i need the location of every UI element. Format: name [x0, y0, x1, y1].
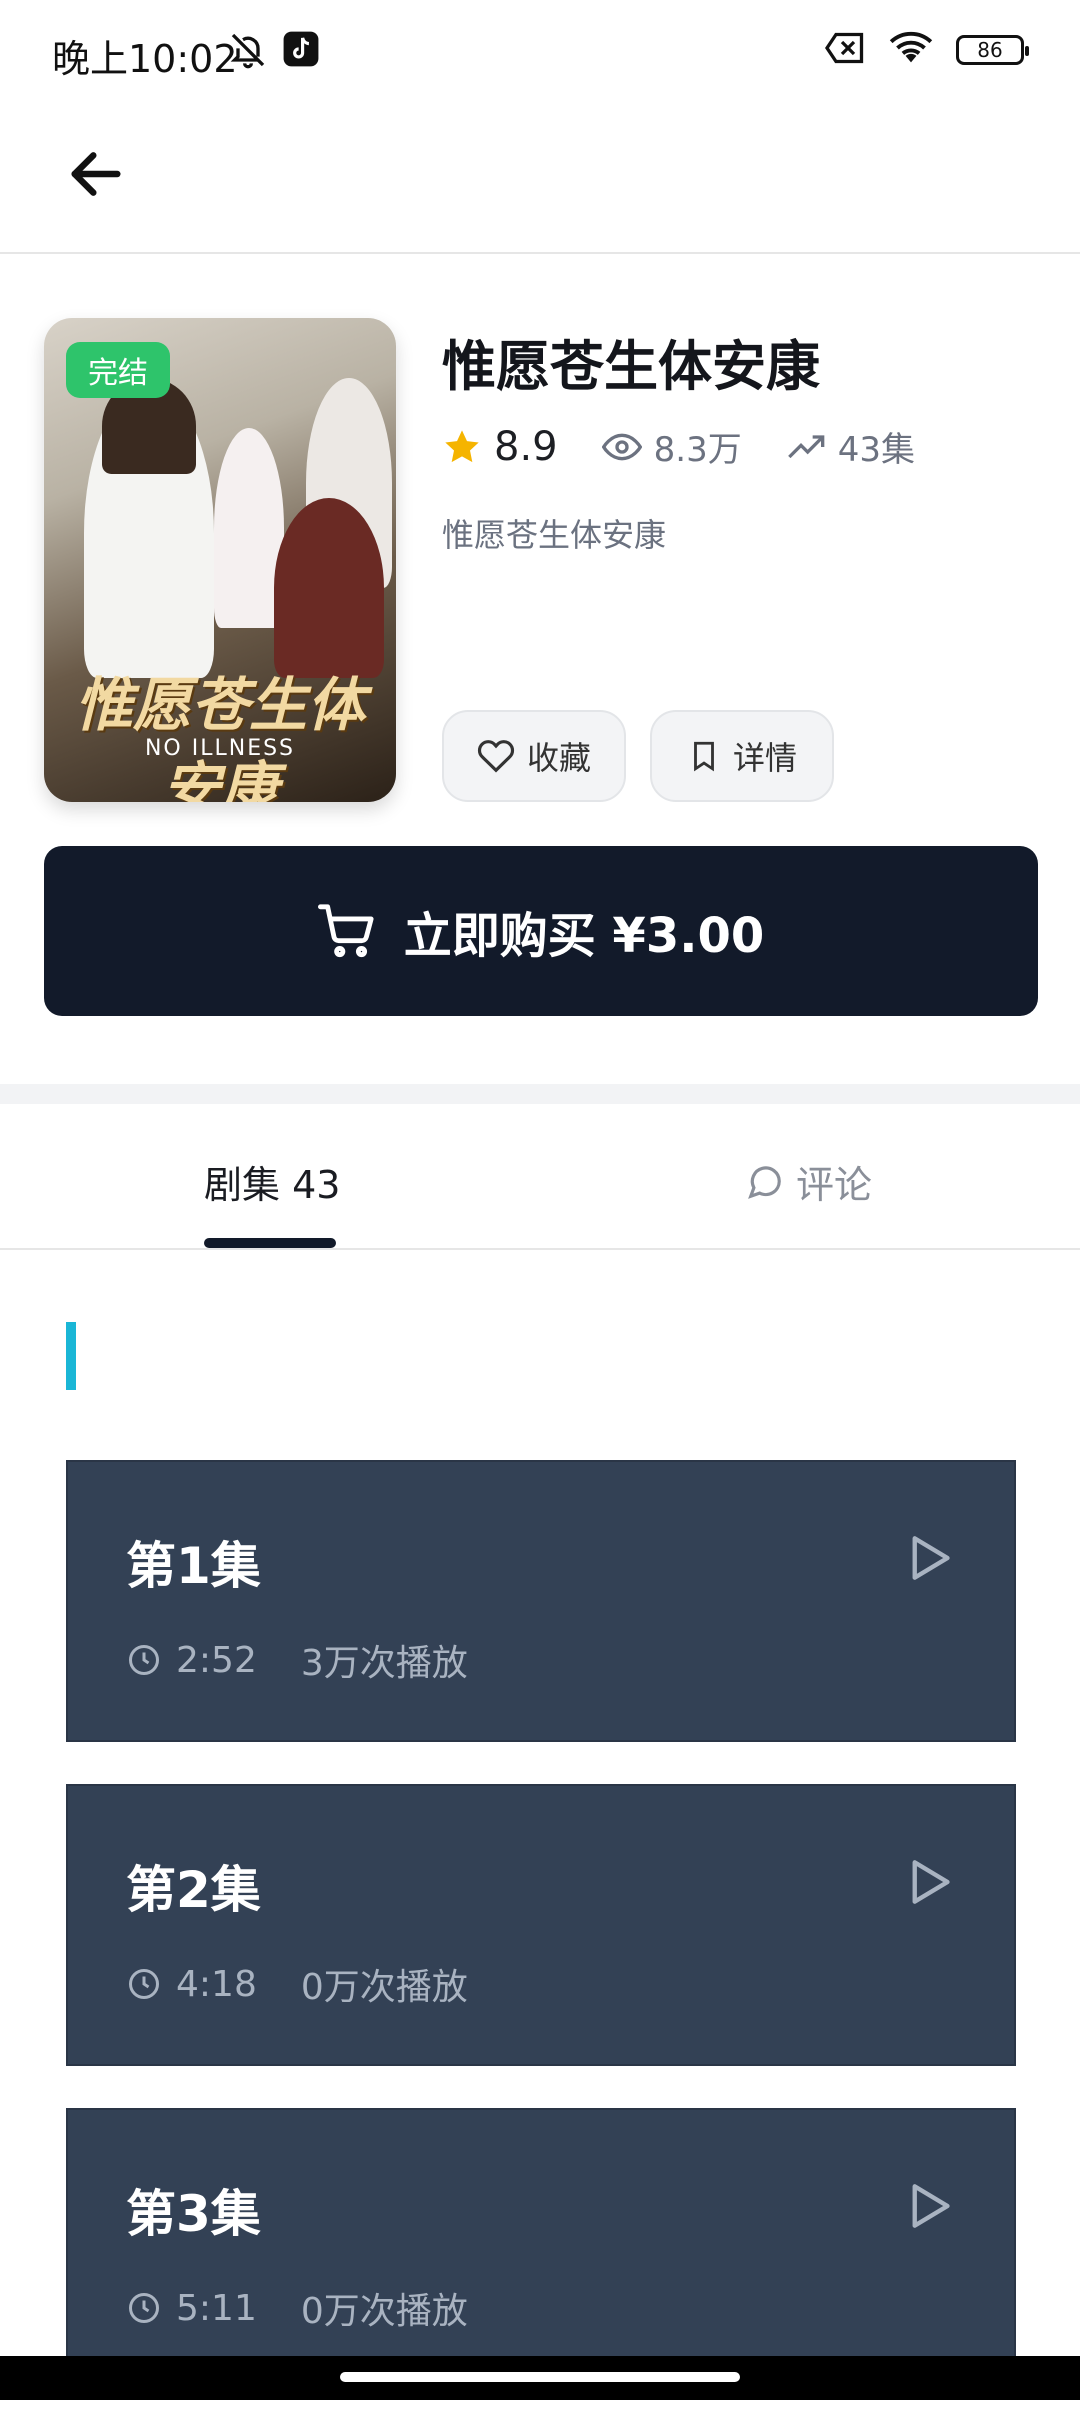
rating-value: 8.9 [494, 423, 558, 470]
drama-meta: 8.9 8.3万 43集 [442, 422, 959, 471]
play-button[interactable] [908, 2182, 952, 2234]
tiktok-icon [282, 30, 320, 74]
details-button[interactable]: 详情 [650, 710, 834, 802]
tab-comments[interactable]: 评论 [746, 1154, 872, 1209]
section-accent-bar [66, 1322, 76, 1390]
favorite-label: 收藏 [526, 739, 591, 777]
wifi-icon [888, 30, 934, 70]
episode-card[interactable]: 第3集 5:11 0万次播放 [66, 2108, 1016, 2390]
drama-title: 惟愿苍生体安康 [442, 335, 820, 398]
drama-subtitle: 惟愿苍生体安康 [442, 516, 667, 554]
episode-title: 第3集 [126, 2185, 261, 2243]
star-icon [445, 429, 479, 462]
episode-meta: 4:18 0万次播放 [126, 1958, 468, 2010]
episode-meta: 2:52 3万次播放 [126, 1634, 468, 1686]
top-nav [0, 110, 1080, 254]
rating: 8.9 [442, 424, 558, 470]
play-button[interactable] [908, 1858, 952, 1910]
views-value: 8.3万 [653, 430, 742, 470]
clock-icon [129, 2293, 159, 2323]
views: 8.3万 [601, 422, 742, 471]
play-icon [912, 1536, 950, 1580]
heart-icon [477, 740, 515, 773]
episode-count: 43集 [786, 422, 915, 471]
sim-off-icon [824, 31, 866, 69]
tab-bar: 剧集 43 评论 [0, 1104, 1080, 1250]
tab-episodes-label: 剧集 43 [204, 1163, 341, 1207]
eye-icon [601, 433, 642, 460]
episode-meta: 5:11 0万次播放 [126, 2282, 468, 2334]
tab-comments-label: 评论 [796, 1163, 873, 1207]
play-icon [912, 1860, 950, 1904]
play-icon [912, 2184, 950, 2228]
status-time: 晚上10:02 [52, 37, 238, 81]
details-label: 详情 [732, 739, 797, 777]
poster-image: 完结 惟愿苍生体安康 NO ILLNESS [44, 318, 396, 802]
buy-label: 立即购买 ¥3.00 [403, 908, 765, 964]
comment-icon [748, 1165, 781, 1199]
episode-list: 第1集 2:52 3万次播放 第2集 4:18 0万次播放 第3集 5:11 0… [66, 1460, 1016, 2432]
clock-icon [129, 1969, 159, 1999]
episode-plays: 0万次播放 [300, 1967, 468, 2008]
favorite-button[interactable]: 收藏 [442, 710, 626, 802]
trending-up-icon [787, 434, 825, 458]
battery-icon: 86 [956, 35, 1029, 65]
bookmark-icon [694, 741, 714, 772]
episode-duration: 2:52 [176, 1639, 257, 1681]
buy-button[interactable]: 立即购买 ¥3.00 [44, 846, 1038, 1016]
episode-count-value: 43集 [837, 430, 915, 470]
cart-icon [317, 904, 374, 958]
episode-card[interactable]: 第2集 4:18 0万次播放 [66, 1784, 1016, 2066]
home-indicator[interactable] [340, 2372, 740, 2382]
poster-title: 惟愿苍生体安康 [74, 671, 365, 802]
back-button[interactable] [64, 142, 128, 206]
section-divider [0, 1084, 1080, 1104]
bell-off-icon [228, 30, 268, 74]
status-bar: 晚上10:02 86 [0, 0, 1080, 110]
poster-subtitle: NO ILLNESS [144, 736, 296, 761]
arrow-left-icon [71, 152, 121, 196]
tab-active-indicator [204, 1238, 336, 1248]
drama-detail: 完结 惟愿苍生体安康 NO ILLNESS 惟愿苍生体安康 8.9 8.3万 4… [0, 254, 1080, 1084]
episode-duration: 4:18 [176, 1963, 257, 2005]
episode-plays: 0万次播放 [300, 2291, 468, 2332]
clock-icon [129, 1645, 159, 1675]
status-badge: 完结 [66, 342, 170, 398]
episode-duration: 5:11 [176, 2287, 257, 2329]
episode-title: 第2集 [126, 1861, 261, 1919]
episode-card[interactable]: 第1集 2:52 3万次播放 [66, 1460, 1016, 1742]
play-button[interactable] [908, 1534, 952, 1586]
episode-plays: 3万次播放 [300, 1643, 468, 1684]
episode-title: 第1集 [126, 1537, 261, 1595]
tab-episodes[interactable]: 剧集 43 [204, 1154, 340, 1209]
